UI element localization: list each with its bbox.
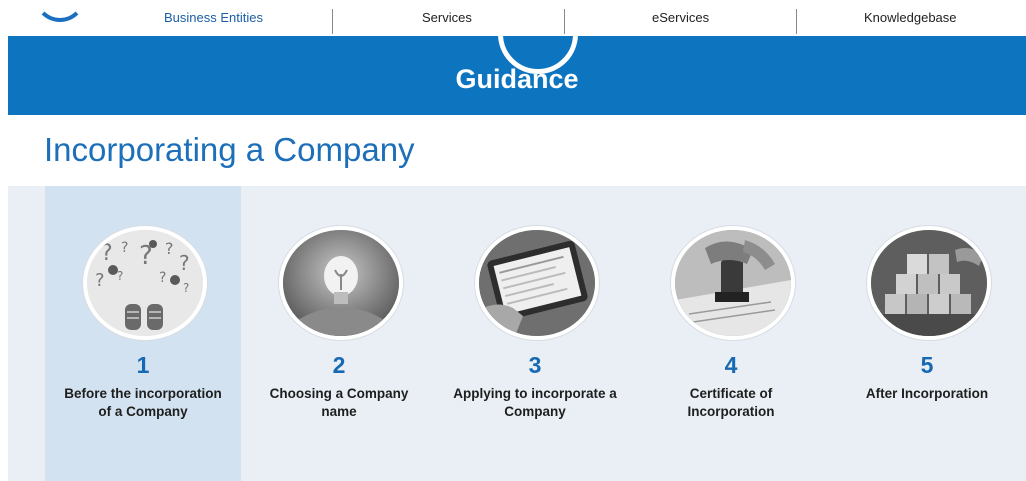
step-number: 2 (332, 352, 346, 378)
lightbulb-in-hands-image (279, 226, 403, 340)
nav-divider (564, 9, 565, 34)
svg-text:?: ? (117, 269, 123, 283)
page-title: Incorporating a Company (44, 131, 415, 168)
step-choosing-name[interactable]: 2 Choosing a Company name (241, 186, 437, 481)
top-navigation: Business Entities Services eServices Kno… (0, 0, 1026, 36)
incorporation-steps: ? ? ? ? ? ? ? ? ? 1 Before the incorpora… (8, 186, 1026, 481)
step-label: Choosing a Company name (269, 386, 409, 419)
step-label: Applying to incorporate a Company (453, 386, 617, 419)
step-label: After Incorporation (865, 386, 989, 401)
step-number: 4 (724, 352, 738, 378)
step-label: Certificate of Incorporation (687, 386, 775, 419)
step-number: 3 (528, 352, 542, 378)
stamp-on-document-image (671, 226, 795, 340)
nav-item-services[interactable]: Services (422, 10, 472, 25)
svg-text:?: ? (183, 281, 189, 295)
step-after-incorporation[interactable]: 5 After Incorporation (829, 186, 1025, 481)
step-before-incorporation[interactable]: ? ? ? ? ? ? ? ? ? 1 Before the incorpora… (45, 186, 241, 481)
step-number: 5 (920, 352, 934, 378)
svg-text:?: ? (121, 240, 128, 256)
question-marks-and-shoes-image: ? ? ? ? ? ? ? ? ? (83, 226, 207, 340)
banner-title: Guidance (455, 64, 579, 94)
nav-item-eservices[interactable]: eServices (652, 10, 709, 25)
step-number: 1 (136, 352, 150, 378)
guidance-banner: Guidance (8, 36, 1026, 115)
svg-text:?: ? (159, 270, 166, 286)
tablet-form-image (475, 226, 599, 340)
svg-text:?: ? (165, 239, 174, 258)
step-certificate[interactable]: 4 Certificate of Incorporation (633, 186, 829, 481)
svg-text:?: ? (179, 251, 190, 275)
nav-item-knowledgebase[interactable]: Knowledgebase (864, 10, 957, 25)
nav-item-business-entities[interactable]: Business Entities (164, 10, 263, 25)
svg-text:?: ? (95, 270, 105, 291)
step-label: Before the incorporation of a Company (64, 386, 222, 419)
step-applying[interactable]: 3 Applying to incorporate a Company (437, 186, 633, 481)
svg-text:?: ? (101, 241, 113, 266)
nav-divider (796, 9, 797, 34)
stacked-blocks-image (867, 226, 991, 340)
nav-divider (332, 9, 333, 34)
